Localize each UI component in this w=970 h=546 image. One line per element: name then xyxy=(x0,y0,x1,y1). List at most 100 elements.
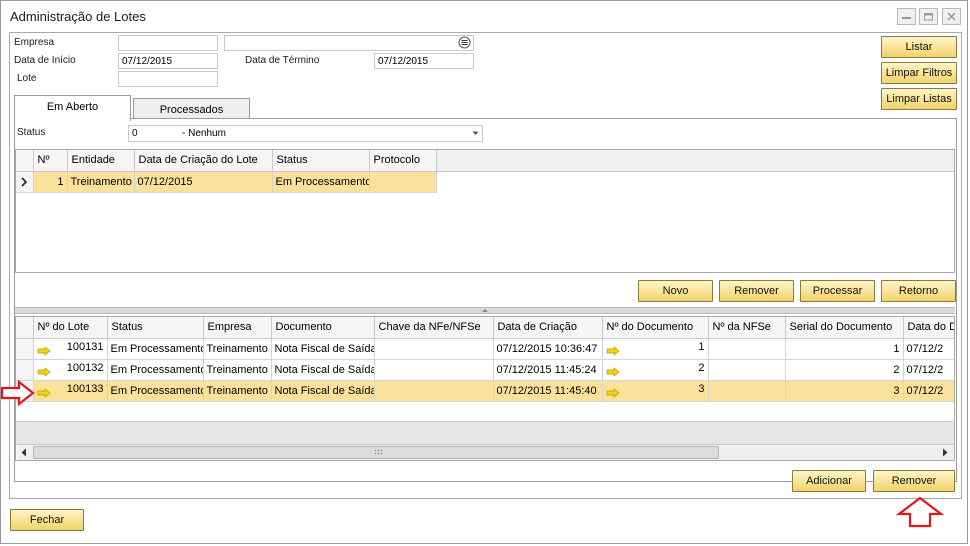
table-row[interactable]: 100133 Em Processamento Treinamento Nota… xyxy=(16,380,954,402)
col-header-data-criacao[interactable]: Data de Criação xyxy=(493,317,603,339)
maximize-icon xyxy=(924,13,933,21)
col-header-n-documento[interactable]: Nº do Documento xyxy=(602,317,709,339)
cell-n-documento[interactable]: 3 xyxy=(602,380,709,402)
lot-admin-window: Administração de Lotes Empresa Data de I… xyxy=(0,0,968,544)
col-header-empresa[interactable]: Empresa xyxy=(203,317,272,339)
table-row[interactable]: 100132 Em Processamento Treinamento Nota… xyxy=(16,359,954,381)
cell-status[interactable]: Em Processamento xyxy=(272,171,370,193)
row-indicator[interactable] xyxy=(16,359,34,381)
cell-entidade[interactable]: Treinamento xyxy=(67,171,135,193)
col-header-doc-status[interactable]: Status xyxy=(107,317,204,339)
grid-splitter[interactable] xyxy=(15,307,955,314)
document-grid: Nº do Lote Status Empresa Documento Chav… xyxy=(15,316,955,461)
red-outline-arrow-icon xyxy=(896,496,944,528)
adicionar-button[interactable]: Adicionar xyxy=(792,470,866,492)
scroll-left-icon[interactable] xyxy=(20,448,28,457)
cell-empresa[interactable]: Treinamento xyxy=(203,359,272,381)
row-indicator[interactable] xyxy=(16,171,34,193)
empresa-code-field[interactable] xyxy=(118,35,218,51)
cell-lote[interactable]: 100133 xyxy=(33,380,108,402)
col-header-chave[interactable]: Chave da NFe/NFSe xyxy=(374,317,494,339)
cell-status[interactable]: Em Processamento xyxy=(107,338,204,360)
lote-field[interactable] xyxy=(118,71,218,87)
col-header-n-lote[interactable]: Nº do Lote xyxy=(33,317,108,339)
col-header-n-nfse[interactable]: Nº da NFSe xyxy=(708,317,786,339)
scroll-right-icon[interactable] xyxy=(941,448,949,457)
col-header-serial[interactable]: Serial do Documento xyxy=(785,317,904,339)
tab-em-aberto[interactable]: Em Aberto xyxy=(14,95,131,121)
arrow-right-icon[interactable] xyxy=(606,346,620,356)
empty-row-area xyxy=(16,421,954,445)
cell-n-documento[interactable]: 1 xyxy=(602,338,709,360)
status-label: Status xyxy=(17,127,46,138)
cell-data-doc[interactable]: 07/12/2 xyxy=(903,338,954,360)
cell-chave[interactable] xyxy=(374,359,494,381)
cell-serial[interactable]: 2 xyxy=(785,359,904,381)
retorno-button[interactable]: Retorno xyxy=(881,280,956,302)
col-header-data-criacao-lote[interactable]: Data de Criação do Lote xyxy=(134,150,273,172)
col-header-entidade[interactable]: Entidade xyxy=(67,150,135,172)
cell-data-doc[interactable]: 07/12/2 xyxy=(903,359,954,381)
col-header-documento[interactable]: Documento xyxy=(271,317,375,339)
status-select[interactable]: 0 - Nenhum xyxy=(128,125,483,142)
status-code: 0 xyxy=(132,128,138,139)
fechar-button[interactable]: Fechar xyxy=(10,509,84,531)
cell-data-doc[interactable]: 07/12/2 xyxy=(903,380,954,402)
cell-documento[interactable]: Nota Fiscal de Saída xyxy=(271,380,375,402)
cell-chave[interactable] xyxy=(374,338,494,360)
processar-button[interactable]: Processar xyxy=(800,280,875,302)
cell-data-criacao[interactable]: 07/12/2015 11:45:24 xyxy=(493,359,603,381)
cell-empresa[interactable]: Treinamento xyxy=(203,338,272,360)
cell-status[interactable]: Em Processamento xyxy=(107,359,204,381)
cell-n-documento[interactable]: 2 xyxy=(602,359,709,381)
cell-n-nfse[interactable] xyxy=(708,380,786,402)
cell-data-criacao[interactable]: 07/12/2015 xyxy=(134,171,273,193)
arrow-right-icon[interactable] xyxy=(37,388,51,398)
maximize-button[interactable] xyxy=(919,8,938,25)
choose-from-list-icon[interactable] xyxy=(458,36,471,49)
limpar-filtros-button[interactable]: Limpar Filtros xyxy=(881,62,957,84)
data-inicio-field[interactable]: 07/12/2015 xyxy=(118,53,218,69)
cell-n[interactable]: 1 xyxy=(33,171,68,193)
remover-documento-button[interactable]: Remover xyxy=(873,470,955,492)
cell-serial[interactable]: 1 xyxy=(785,338,904,360)
table-row[interactable]: 1 Treinamento 07/12/2015 Em Processament… xyxy=(16,171,437,193)
empresa-name-field[interactable] xyxy=(224,35,474,51)
minimize-button[interactable] xyxy=(897,8,916,25)
cell-n-nfse[interactable] xyxy=(708,338,786,360)
col-header-protocolo[interactable]: Protocolo xyxy=(369,150,437,172)
novo-button[interactable]: Novo xyxy=(638,280,713,302)
horizontal-scrollbar[interactable] xyxy=(17,444,954,460)
col-header-status[interactable]: Status xyxy=(272,150,370,172)
close-button[interactable] xyxy=(942,8,961,25)
data-termino-label: Data de Término xyxy=(245,55,320,66)
cell-chave[interactable] xyxy=(374,380,494,402)
chevron-down-icon xyxy=(472,131,479,135)
cell-data-criacao[interactable]: 07/12/2015 11:45:40 xyxy=(493,380,603,402)
cell-n-nfse[interactable] xyxy=(708,359,786,381)
arrow-right-icon[interactable] xyxy=(37,367,51,377)
arrow-right-icon[interactable] xyxy=(37,346,51,356)
cell-documento[interactable]: Nota Fiscal de Saída xyxy=(271,359,375,381)
remover-lote-button[interactable]: Remover xyxy=(719,280,794,302)
cell-empresa[interactable]: Treinamento xyxy=(203,380,272,402)
cell-lote[interactable]: 100131 xyxy=(33,338,108,360)
listar-button[interactable]: Listar xyxy=(881,36,957,58)
data-termino-field[interactable]: 07/12/2015 xyxy=(374,53,474,69)
cell-protocolo[interactable] xyxy=(369,171,437,193)
cell-status[interactable]: Em Processamento xyxy=(107,380,204,402)
cell-data-criacao[interactable]: 07/12/2015 10:36:47 xyxy=(493,338,603,360)
table-row[interactable]: 100131 Em Processamento Treinamento Nota… xyxy=(16,338,954,360)
col-header-n[interactable]: Nº xyxy=(33,150,68,172)
row-indicator[interactable] xyxy=(16,338,34,360)
lote-label: Lote xyxy=(17,73,37,84)
cell-lote[interactable]: 100132 xyxy=(33,359,108,381)
cell-n-documento-value: 2 xyxy=(698,362,705,374)
limpar-listas-button[interactable]: Limpar Listas xyxy=(881,88,957,110)
arrow-right-icon[interactable] xyxy=(606,367,620,377)
arrow-right-icon[interactable] xyxy=(606,388,620,398)
cell-serial[interactable]: 3 xyxy=(785,380,904,402)
col-header-data-doc[interactable]: Data do D xyxy=(903,317,954,339)
document-table: Nº do Lote Status Empresa Documento Chav… xyxy=(16,317,954,402)
cell-documento[interactable]: Nota Fiscal de Saída xyxy=(271,338,375,360)
